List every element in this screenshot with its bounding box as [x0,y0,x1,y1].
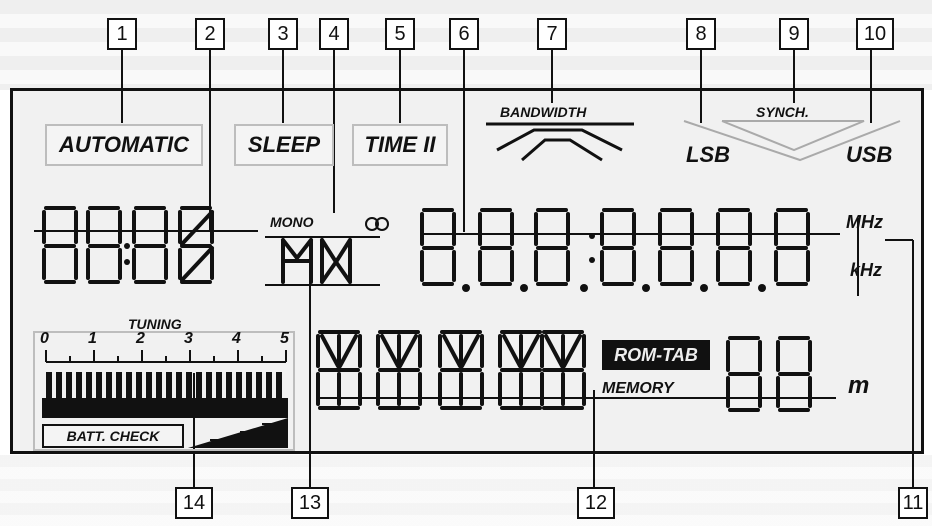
label-bandwidth: BANDWIDTH [500,104,587,120]
tuning-tick-5: 5 [280,330,289,347]
label-time-ii: TIME II [352,124,448,166]
label-sleep: SLEEP [234,124,334,166]
label-meter: m [848,372,870,399]
label-lsb: LSB [686,142,730,167]
tuning-tick-2: 2 [136,330,145,347]
lcd-diagram: 1 2 3 4 5 6 7 8 9 10 11 12 13 14 AUTOMAT… [0,0,932,526]
label-memory: MEMORY [602,380,674,397]
label-automatic: AUTOMATIC [45,124,203,166]
tuning-tick-3: 3 [184,330,193,347]
tuning-tick-0: 0 [40,330,49,347]
label-rom-tab: ROM-TAB [602,340,710,370]
tuning-tick-1: 1 [88,330,97,347]
alphanumeric-chars [316,330,586,410]
tuning-bar-base [42,398,288,418]
label-usb: USB [846,142,893,167]
tuning-tick-4: 4 [232,330,241,347]
label-batt-check: BATT. CHECK [42,424,184,448]
frequency-digits [420,208,810,286]
label-mono: MONO [270,214,314,230]
label-khz: kHz [850,260,883,280]
label-mhz: MHz [846,212,883,232]
label-synch: SYNCH. [756,104,809,120]
